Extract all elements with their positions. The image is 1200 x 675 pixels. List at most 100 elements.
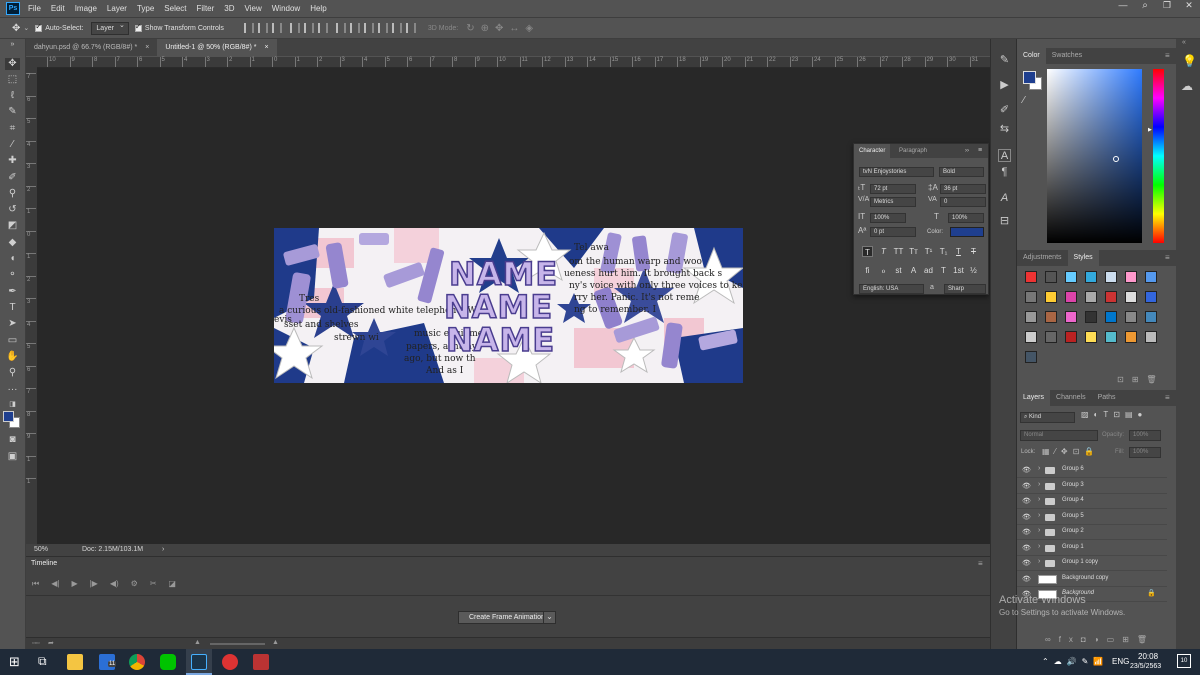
tab-close-icon[interactable]: × xyxy=(264,39,268,56)
close-window-button[interactable]: ✕ xyxy=(1178,0,1200,11)
styles-panel-menu-icon[interactable]: ≡ xyxy=(1165,250,1170,266)
antialias-dropdown[interactable]: Sharp xyxy=(944,284,986,294)
layers-panel-menu-icon[interactable]: ≡ xyxy=(1165,390,1170,406)
zoom-slider[interactable] xyxy=(210,643,265,645)
layer-filter-icons[interactable]: ▨◐T⊡▤● xyxy=(1081,410,1147,419)
expand-chevron-icon[interactable]: › xyxy=(1038,465,1040,472)
align-left-icon[interactable] xyxy=(243,23,254,33)
tab-paragraph[interactable]: Paragraph xyxy=(899,144,927,158)
style-swatch[interactable] xyxy=(1085,311,1097,323)
libraries-panel-icon[interactable]: ⊟ xyxy=(998,215,1011,228)
quick-mask-icon[interactable]: ◙ xyxy=(5,434,20,446)
distribute-center-icon[interactable] xyxy=(391,23,402,33)
distribute-right-icon[interactable] xyxy=(405,23,416,33)
zoom-in-icon[interactable]: ▲ xyxy=(272,639,279,646)
leading-field[interactable]: 36 pt xyxy=(940,184,986,194)
menu-help[interactable]: Help xyxy=(310,4,326,13)
history-brush-icon[interactable]: ✎ xyxy=(998,54,1011,67)
next-frame-icon[interactable]: |▶ xyxy=(90,579,98,589)
dodge-tool-icon[interactable]: ⚬ xyxy=(5,269,20,281)
style-swatch[interactable] xyxy=(1145,271,1157,283)
hue-slider[interactable]: ▶ xyxy=(1148,69,1164,243)
layer-row[interactable]: 👁 › Group 5 xyxy=(1017,510,1167,525)
color-eyedropper-icon[interactable]: ⁄ xyxy=(1023,95,1025,106)
align-bottom-icon[interactable] xyxy=(317,23,328,33)
style-swatch[interactable] xyxy=(1085,331,1097,343)
distribute-left-icon[interactable] xyxy=(377,23,388,33)
3d-mode-icons[interactable]: ↻⊕✥↔◈ xyxy=(466,23,539,34)
style-swatch[interactable] xyxy=(1125,311,1137,323)
layers-footer-icons[interactable]: ∞fx◘◑▭⊞🗑 xyxy=(1045,635,1155,644)
style-swatch[interactable] xyxy=(1045,271,1057,283)
lasso-tool-icon[interactable]: ℓ xyxy=(5,90,20,102)
menu-layer[interactable]: Layer xyxy=(107,4,127,13)
color-panel-foreground[interactable] xyxy=(1023,71,1036,84)
notification-center-icon[interactable]: 10 xyxy=(1177,654,1191,668)
clone-stamp-tool-icon[interactable]: ⚲ xyxy=(5,188,20,200)
visibility-eye-icon[interactable]: 👁 xyxy=(1022,466,1031,474)
old-style-button[interactable]: ℴ xyxy=(878,265,889,276)
layer-row[interactable]: 👁 Background copy xyxy=(1017,572,1167,587)
artwork-canvas[interactable]: Tel awa om the human warp and woo ueness… xyxy=(274,228,743,383)
style-swatch[interactable] xyxy=(1105,271,1117,283)
distribute-bottom-icon[interactable] xyxy=(363,23,374,33)
settings-gear-icon[interactable]: ⚙ xyxy=(131,579,138,589)
swash-button[interactable]: A xyxy=(908,265,919,276)
layer-row[interactable]: 👁 › Group 4 xyxy=(1017,494,1167,509)
layer-row[interactable]: 👁 › Group 3 xyxy=(1017,479,1167,494)
language-dropdown[interactable]: English: USA xyxy=(859,284,924,294)
visibility-eye-icon[interactable]: 👁 xyxy=(1022,497,1031,505)
search-icon[interactable]: ⌕ xyxy=(1134,0,1156,11)
play-icon[interactable]: ▶ xyxy=(71,579,77,589)
lock-icons[interactable]: ▦⁄✥⊡🔒 xyxy=(1042,447,1099,456)
frames-icon[interactable]: ▫▫▫ xyxy=(32,640,39,647)
tab-adjustments[interactable]: Adjustments xyxy=(1017,250,1068,266)
layer-kind-filter[interactable]: ⌕ Kind xyxy=(1020,412,1075,423)
adjustments-sliders-icon[interactable]: ⇆ xyxy=(998,123,1011,136)
stylistic-alternates-button[interactable]: ad xyxy=(923,265,934,276)
text-color-swatch[interactable] xyxy=(950,227,984,237)
menu-3d[interactable]: 3D xyxy=(224,4,234,13)
distribute-top-icon[interactable] xyxy=(335,23,346,33)
status-menu-arrow-icon[interactable]: › xyxy=(162,544,164,556)
style-swatch[interactable] xyxy=(1065,311,1077,323)
maximize-button[interactable]: ❐ xyxy=(1156,0,1178,11)
chrome-icon[interactable] xyxy=(129,654,145,670)
task-view-icon[interactable]: ⧉ xyxy=(38,654,47,669)
opacity-field[interactable]: 100% xyxy=(1129,430,1161,441)
font-family-dropdown[interactable]: tvN Enjoystories xyxy=(859,167,934,177)
horizontal-scale-field[interactable]: 100% xyxy=(948,213,984,223)
font-style-dropdown[interactable]: Bold xyxy=(939,167,984,177)
menu-edit[interactable]: Edit xyxy=(51,4,65,13)
styles-footer-icons[interactable]: ⊡⊞🗑 xyxy=(1117,375,1165,384)
align-right-icon[interactable] xyxy=(271,23,282,33)
line-icon[interactable] xyxy=(160,654,176,670)
vertical-scale-field[interactable]: 100% xyxy=(870,213,906,223)
visibility-eye-icon[interactable]: 👁 xyxy=(1022,513,1031,521)
fill-field[interactable]: 100% xyxy=(1129,447,1161,458)
rectangle-tool-icon[interactable]: ▭ xyxy=(5,335,20,347)
show-transform-checkbox[interactable] xyxy=(134,22,142,32)
visibility-eye-icon[interactable]: 👁 xyxy=(1022,482,1031,490)
zoom-out-icon[interactable]: ▲ xyxy=(194,639,201,646)
horizontal-ruler[interactable]: 10 9 8 7 6 5 4 3 2 1 0 1 2 3 4 5 6 7 8 9 10 11 12 13 14 15 16 17 18 1… xyxy=(37,57,990,68)
tab-character[interactable]: Character xyxy=(854,144,891,158)
style-swatch[interactable] xyxy=(1085,291,1097,303)
default-colors-icon[interactable]: ◨ xyxy=(5,399,20,411)
vertical-ruler[interactable]: 7 6 5 4 3 2 1 0 1 2 3 4 5 6 7 8 9 1 1 xyxy=(26,57,37,544)
align-middle-icon[interactable] xyxy=(303,23,314,33)
expand-chevron-icon[interactable]: › xyxy=(1038,496,1040,503)
auto-select-checkbox[interactable] xyxy=(35,22,43,32)
tab-styles[interactable]: Styles xyxy=(1067,250,1099,266)
auto-select-target-dropdown[interactable]: Layer xyxy=(91,20,129,35)
style-swatch[interactable] xyxy=(1025,351,1037,363)
crop-tool-icon[interactable]: ⌗ xyxy=(5,123,20,135)
style-swatch[interactable] xyxy=(1145,331,1157,343)
color-panel-menu-icon[interactable]: ≡ xyxy=(1165,48,1170,64)
history-brush-tool-icon[interactable]: ↺ xyxy=(5,204,20,216)
quick-select-tool-icon[interactable]: ✎ xyxy=(5,106,20,118)
align-top-icon[interactable] xyxy=(289,23,300,33)
font-size-field[interactable]: 72 pt xyxy=(870,184,916,194)
faux-bold-button[interactable]: T xyxy=(862,246,873,257)
style-swatch[interactable] xyxy=(1045,331,1057,343)
